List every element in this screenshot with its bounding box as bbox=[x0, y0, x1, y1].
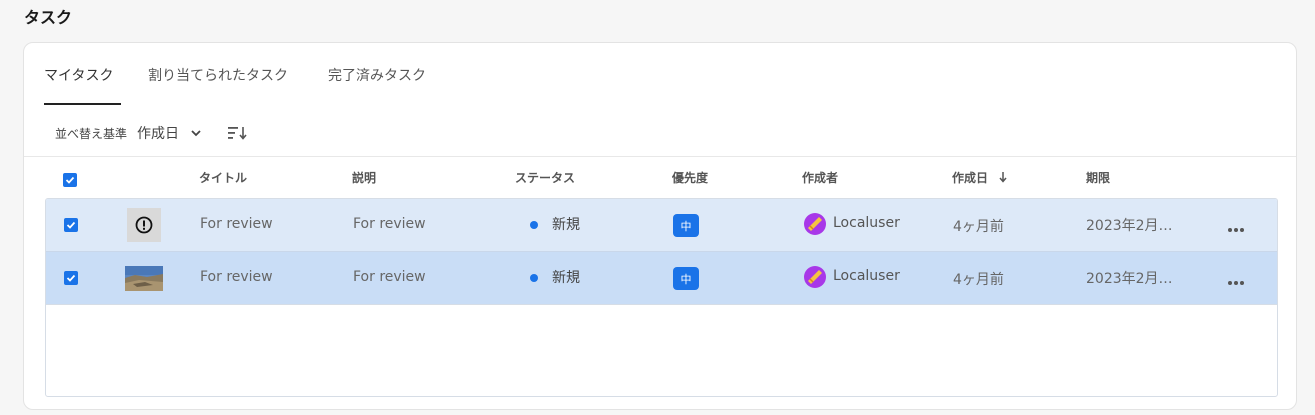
status-dot-icon bbox=[530, 274, 538, 282]
row-checkbox[interactable] bbox=[64, 218, 78, 232]
more-options-icon[interactable] bbox=[1226, 273, 1248, 285]
task-status: 新規 bbox=[552, 270, 580, 286]
page-title: タスク bbox=[24, 8, 73, 27]
column-header-status[interactable]: ステータス bbox=[515, 169, 575, 186]
column-header-created-label: 作成日 bbox=[952, 171, 989, 185]
priority-badge: 中 bbox=[673, 267, 699, 290]
column-header-created[interactable]: 作成日 bbox=[952, 169, 1008, 186]
task-title[interactable]: For review bbox=[200, 269, 273, 285]
task-due: 2023年2月… bbox=[1086, 271, 1173, 287]
task-created: 4ヶ月前 bbox=[953, 272, 1004, 288]
select-all-checkbox[interactable] bbox=[63, 173, 77, 187]
tab-assigned-tasks[interactable]: 割り当てられたタスク bbox=[148, 65, 301, 105]
task-title[interactable]: For review bbox=[200, 216, 273, 232]
arrow-down-icon bbox=[999, 172, 1007, 183]
task-table: For review For review 新規 中 Localuser 4ヶ月… bbox=[45, 198, 1278, 397]
landscape-image-icon bbox=[125, 266, 163, 291]
task-description: For review bbox=[353, 216, 426, 232]
sort-direction-icon[interactable] bbox=[227, 124, 249, 142]
task-creator: Localuser bbox=[833, 268, 900, 284]
task-due: 2023年2月… bbox=[1086, 218, 1173, 234]
avatar bbox=[804, 266, 826, 288]
column-header-priority[interactable]: 優先度 bbox=[672, 169, 708, 186]
avatar bbox=[804, 213, 826, 235]
sort-bar: 並べ替え基準 作成日 bbox=[55, 123, 249, 143]
row-checkbox[interactable] bbox=[64, 271, 78, 285]
task-description: For review bbox=[353, 269, 426, 285]
column-header-title[interactable]: タイトル bbox=[199, 169, 247, 186]
column-header-due[interactable]: 期限 bbox=[1086, 169, 1110, 186]
column-header-creator[interactable]: 作成者 bbox=[802, 169, 838, 186]
chevron-down-icon bbox=[189, 126, 203, 140]
alert-icon bbox=[135, 216, 153, 234]
tab-completed-tasks[interactable]: 完了済みタスク bbox=[328, 65, 426, 105]
sort-field-select[interactable]: 作成日 bbox=[137, 123, 203, 143]
task-status: 新規 bbox=[552, 217, 580, 233]
sort-field-value: 作成日 bbox=[137, 126, 180, 142]
task-thumbnail[interactable] bbox=[125, 266, 163, 291]
table-header: タイトル 説明 ステータス 優先度 作成者 作成日 期限 bbox=[24, 157, 1296, 198]
sort-label: 並べ替え基準 bbox=[55, 126, 128, 141]
tasks-card: マイタスク 割り当てられたタスク 完了済みタスク 並べ替え基準 作成日 タイトル… bbox=[23, 42, 1297, 410]
status-dot-icon bbox=[530, 221, 538, 229]
tab-bar: マイタスク 割り当てられたタスク 完了済みタスク bbox=[44, 65, 453, 105]
more-options-icon[interactable] bbox=[1226, 220, 1248, 232]
table-row[interactable]: For review For review 新規 中 Localuser 4ヶ月… bbox=[46, 199, 1277, 252]
table-row[interactable]: For review For review 新規 中 Localuser 4ヶ月… bbox=[46, 252, 1277, 305]
task-creator: Localuser bbox=[833, 215, 900, 231]
task-thumbnail[interactable] bbox=[127, 208, 161, 242]
column-header-description[interactable]: 説明 bbox=[352, 169, 376, 186]
task-created: 4ヶ月前 bbox=[953, 219, 1004, 235]
tab-my-tasks[interactable]: マイタスク bbox=[44, 65, 121, 105]
priority-badge: 中 bbox=[673, 214, 699, 237]
